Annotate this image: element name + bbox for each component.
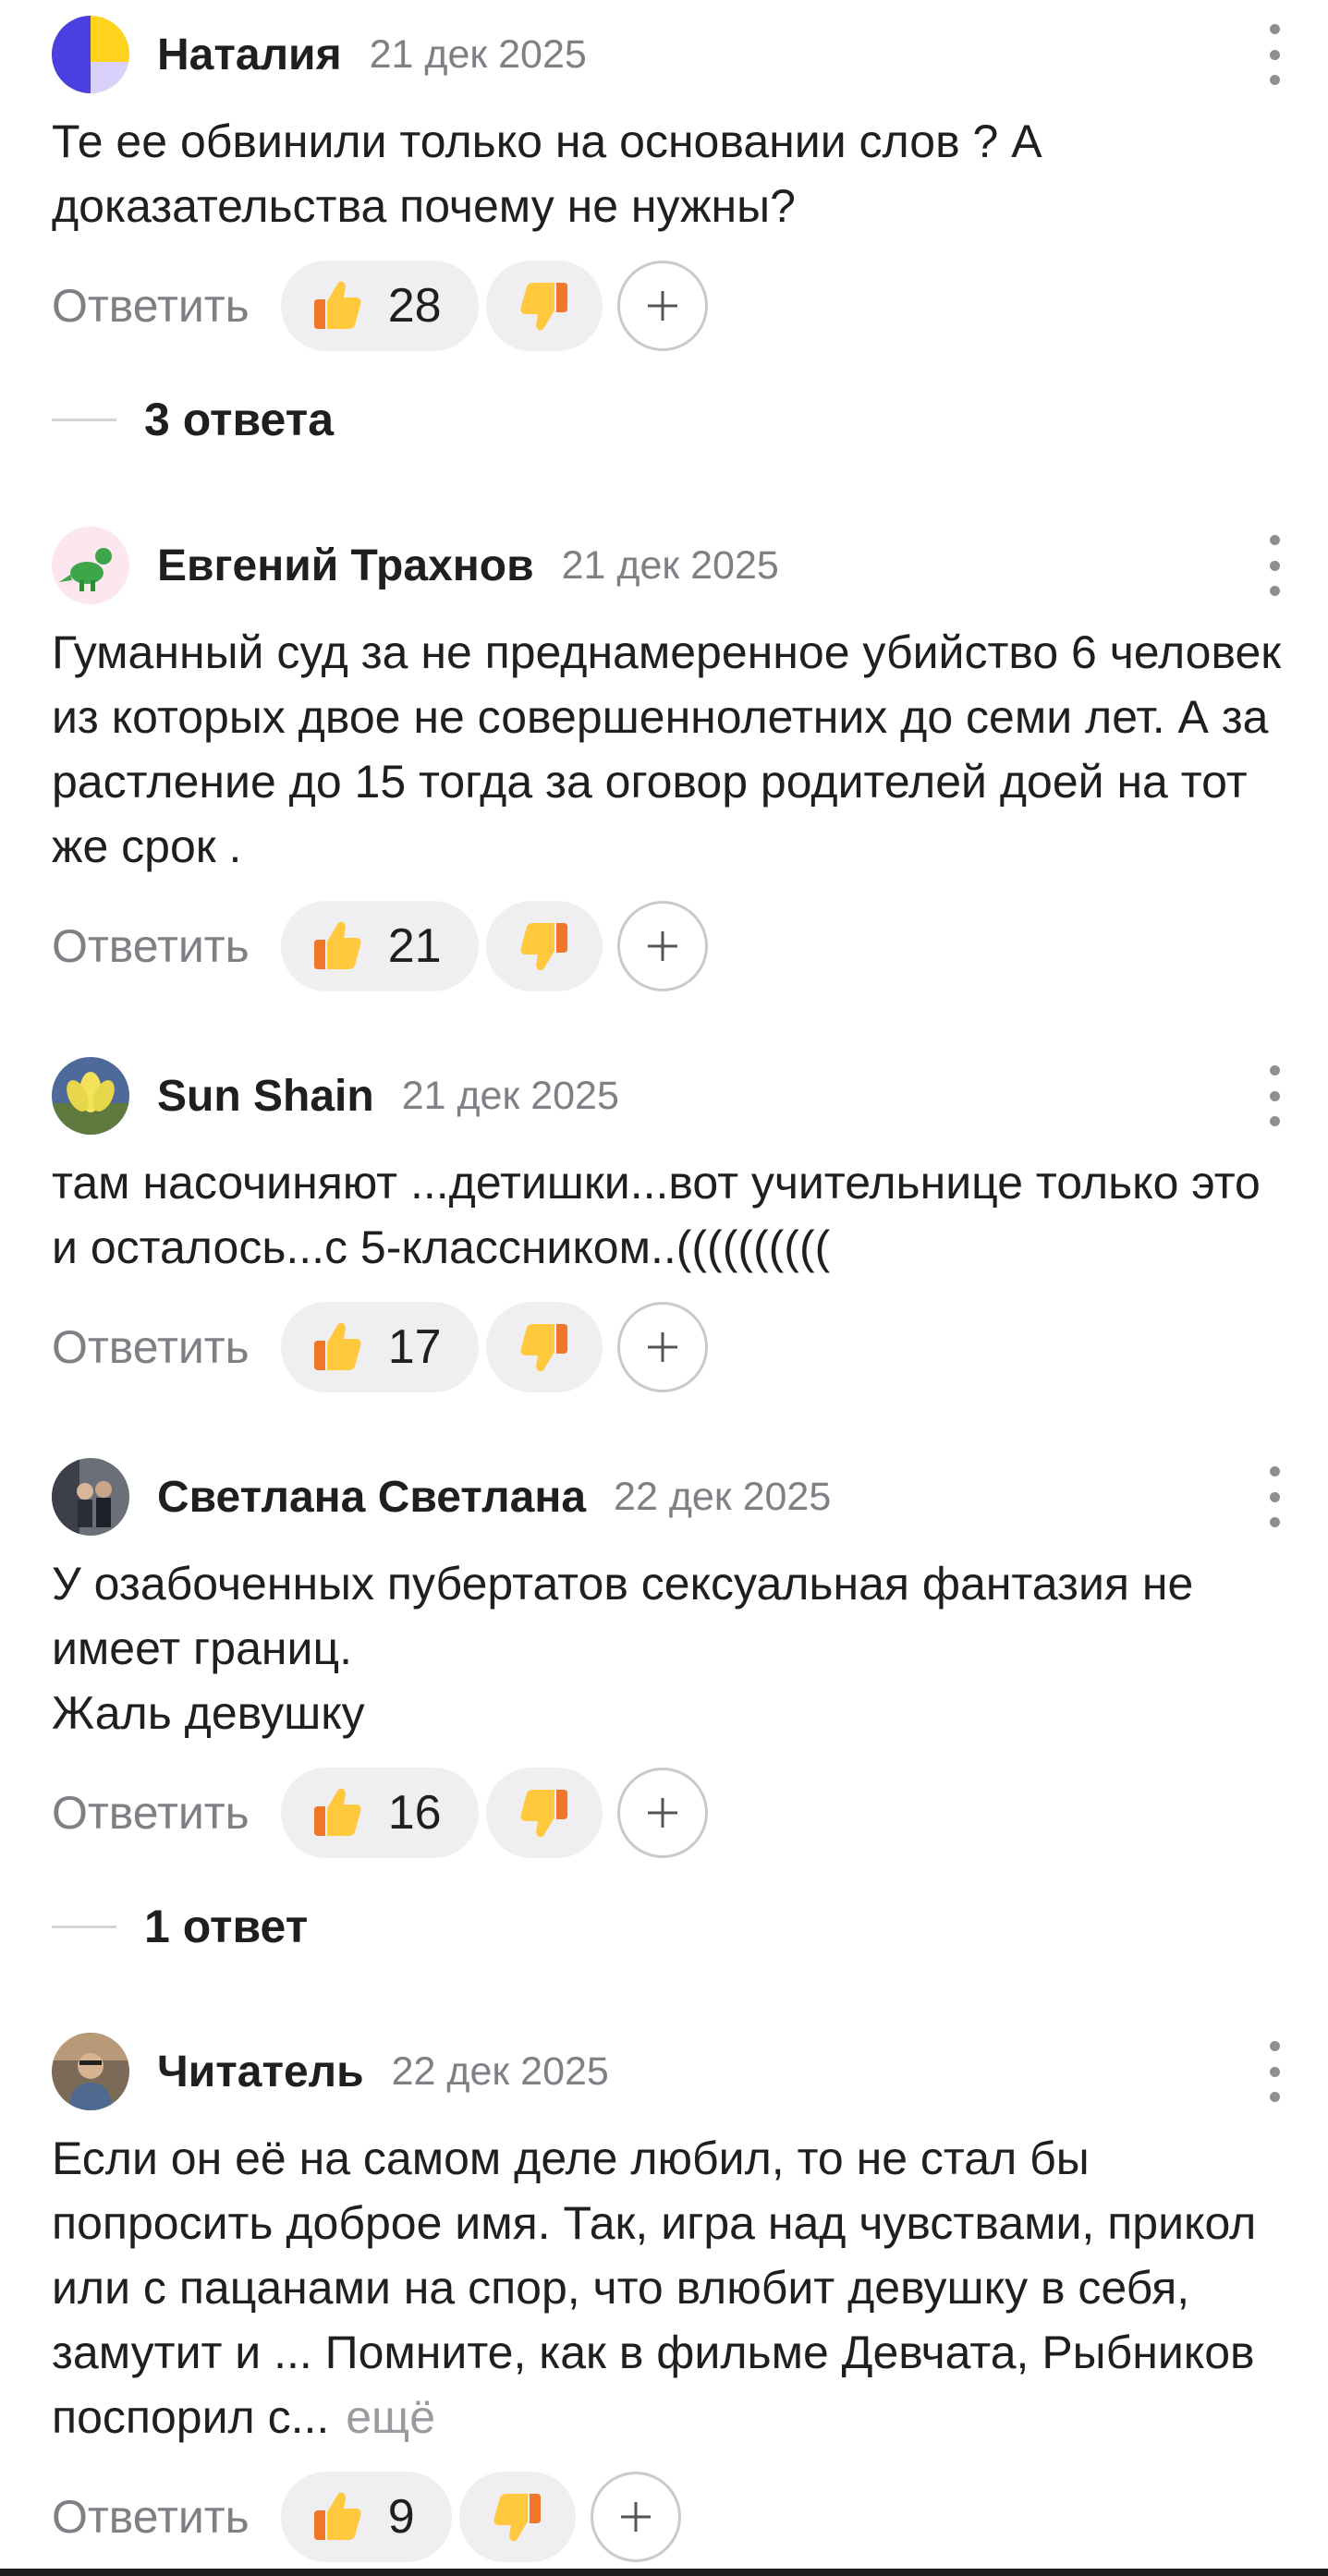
comment-text: У озабоченных пубертатов сексуальная фан…	[52, 1551, 1290, 1745]
thumbs-down-icon	[514, 275, 575, 336]
avatar[interactable]	[52, 527, 129, 604]
add-reaction-button[interactable]	[590, 2472, 681, 2562]
avatar[interactable]	[52, 1458, 129, 1536]
like-button[interactable]: 9	[280, 2472, 452, 2562]
comment-text-line: там насочиняют ...детишки...вот учительн…	[52, 1157, 1261, 1273]
reply-button[interactable]: Ответить	[52, 1786, 250, 1840]
plus-icon	[647, 291, 677, 321]
thumbs-down-icon	[514, 916, 575, 977]
thumbs-down-icon	[514, 1782, 575, 1843]
plus-icon	[647, 931, 677, 961]
more-vertical-icon[interactable]	[1258, 1466, 1291, 1527]
comment-text-line: Гуманный суд за не преднамеренное убийст…	[52, 626, 1282, 872]
add-reaction-button[interactable]	[616, 1768, 708, 1858]
comment-text: Гуманный суд за не преднамеренное убийст…	[52, 620, 1290, 879]
dislike-button[interactable]	[485, 1302, 603, 1392]
thumbs-up-icon	[307, 1317, 368, 1378]
comment-actions: Ответить 9	[52, 2472, 681, 2562]
avatar[interactable]	[52, 2033, 129, 2110]
read-more-link[interactable]: ещё	[346, 2391, 435, 2443]
thumbs-up-icon	[307, 1782, 368, 1843]
more-vertical-icon[interactable]	[1258, 1065, 1291, 1126]
like-count: 28	[387, 279, 442, 333]
add-reaction-button[interactable]	[616, 901, 708, 991]
comment-text-line: Жаль девушку	[52, 1687, 365, 1739]
comment-date: 21 дек 2025	[401, 1073, 619, 1118]
comment-text: Если он её на самом деле любил, то не ст…	[52, 2126, 1290, 2449]
author-name[interactable]: Наталия	[157, 30, 342, 80]
comment-header: Евгений Трахнов 21 дек 2025	[52, 526, 779, 605]
more-vertical-icon[interactable]	[1258, 24, 1291, 85]
thumbs-up-icon	[307, 916, 368, 977]
comment-text-line: У озабоченных пубертатов сексуальная фан…	[52, 1558, 1194, 1674]
comment-text: там насочиняют ...детишки...вот учительн…	[52, 1150, 1290, 1280]
comment-header: Наталия 21 дек 2025	[52, 15, 587, 94]
dislike-button[interactable]	[485, 261, 603, 351]
author-name[interactable]: Читатель	[157, 2047, 364, 2097]
thumbs-down-icon	[487, 2486, 548, 2547]
author-name[interactable]: Светлана Светлана	[157, 1472, 586, 1523]
comment-actions: Ответить 28	[52, 261, 708, 351]
more-vertical-icon[interactable]	[1258, 535, 1291, 596]
avatar[interactable]	[52, 1057, 129, 1135]
comment-header: Sun Shain 21 дек 2025	[52, 1056, 619, 1136]
add-reaction-button[interactable]	[616, 261, 708, 351]
like-count: 17	[387, 1320, 442, 1374]
show-replies-button[interactable]: 1 ответ	[52, 1899, 308, 1954]
replies-count-label: 1 ответ	[144, 1901, 309, 1952]
comment-actions: Ответить 21	[52, 901, 708, 991]
plus-icon	[647, 1798, 677, 1828]
comment-date: 22 дек 2025	[614, 1474, 832, 1519]
reply-button[interactable]: Ответить	[52, 1320, 250, 1374]
comment-text-line: Те ее обвинили только на основании слов …	[52, 115, 1042, 232]
comment-date: 21 дек 2025	[369, 31, 587, 77]
like-button[interactable]: 28	[280, 261, 479, 351]
replies-divider	[52, 418, 116, 421]
comment-date: 21 дек 2025	[561, 542, 779, 588]
comment-text: Те ее обвинили только на основании слов …	[52, 109, 1290, 238]
like-count: 9	[387, 2490, 415, 2544]
more-vertical-icon[interactable]	[1258, 2041, 1291, 2102]
thumbs-up-icon	[307, 2486, 368, 2547]
comment-actions: Ответить 17	[52, 1302, 708, 1392]
replies-count-label: 3 ответа	[144, 394, 335, 445]
replies-divider	[52, 1925, 116, 1928]
dislike-button[interactable]	[485, 1768, 603, 1858]
bottom-edge-bar	[0, 2569, 1328, 2576]
plus-icon	[647, 1332, 677, 1362]
like-count: 21	[387, 919, 442, 973]
like-button[interactable]: 16	[280, 1768, 479, 1858]
comment-date: 22 дек 2025	[391, 2048, 609, 2094]
reply-button[interactable]: Ответить	[52, 2490, 250, 2544]
like-button[interactable]: 17	[280, 1302, 479, 1392]
like-count: 16	[387, 1786, 442, 1840]
author-name[interactable]: Sun Shain	[157, 1071, 374, 1122]
show-replies-button[interactable]: 3 ответа	[52, 392, 334, 447]
like-button[interactable]: 21	[280, 901, 479, 991]
comment-actions: Ответить 16	[52, 1768, 708, 1858]
reply-button[interactable]: Ответить	[52, 919, 250, 973]
thumbs-up-icon	[307, 275, 368, 336]
dislike-button[interactable]	[458, 2472, 576, 2562]
dislike-button[interactable]	[485, 901, 603, 991]
reply-button[interactable]: Ответить	[52, 279, 250, 333]
author-name[interactable]: Евгений Трахнов	[157, 541, 534, 591]
comment-text-content: Если он её на самом деле любил, то не ст…	[52, 2132, 1257, 2443]
comment-header: Читатель 22 дек 2025	[52, 2032, 609, 2111]
plus-icon	[620, 2502, 651, 2532]
comment-header: Светлана Светлана 22 дек 2025	[52, 1457, 831, 1537]
thumbs-down-icon	[514, 1317, 575, 1378]
add-reaction-button[interactable]	[616, 1302, 708, 1392]
comment-text-line: Если он её на самом деле любил, то не ст…	[52, 2126, 1290, 2449]
avatar[interactable]	[52, 16, 129, 93]
